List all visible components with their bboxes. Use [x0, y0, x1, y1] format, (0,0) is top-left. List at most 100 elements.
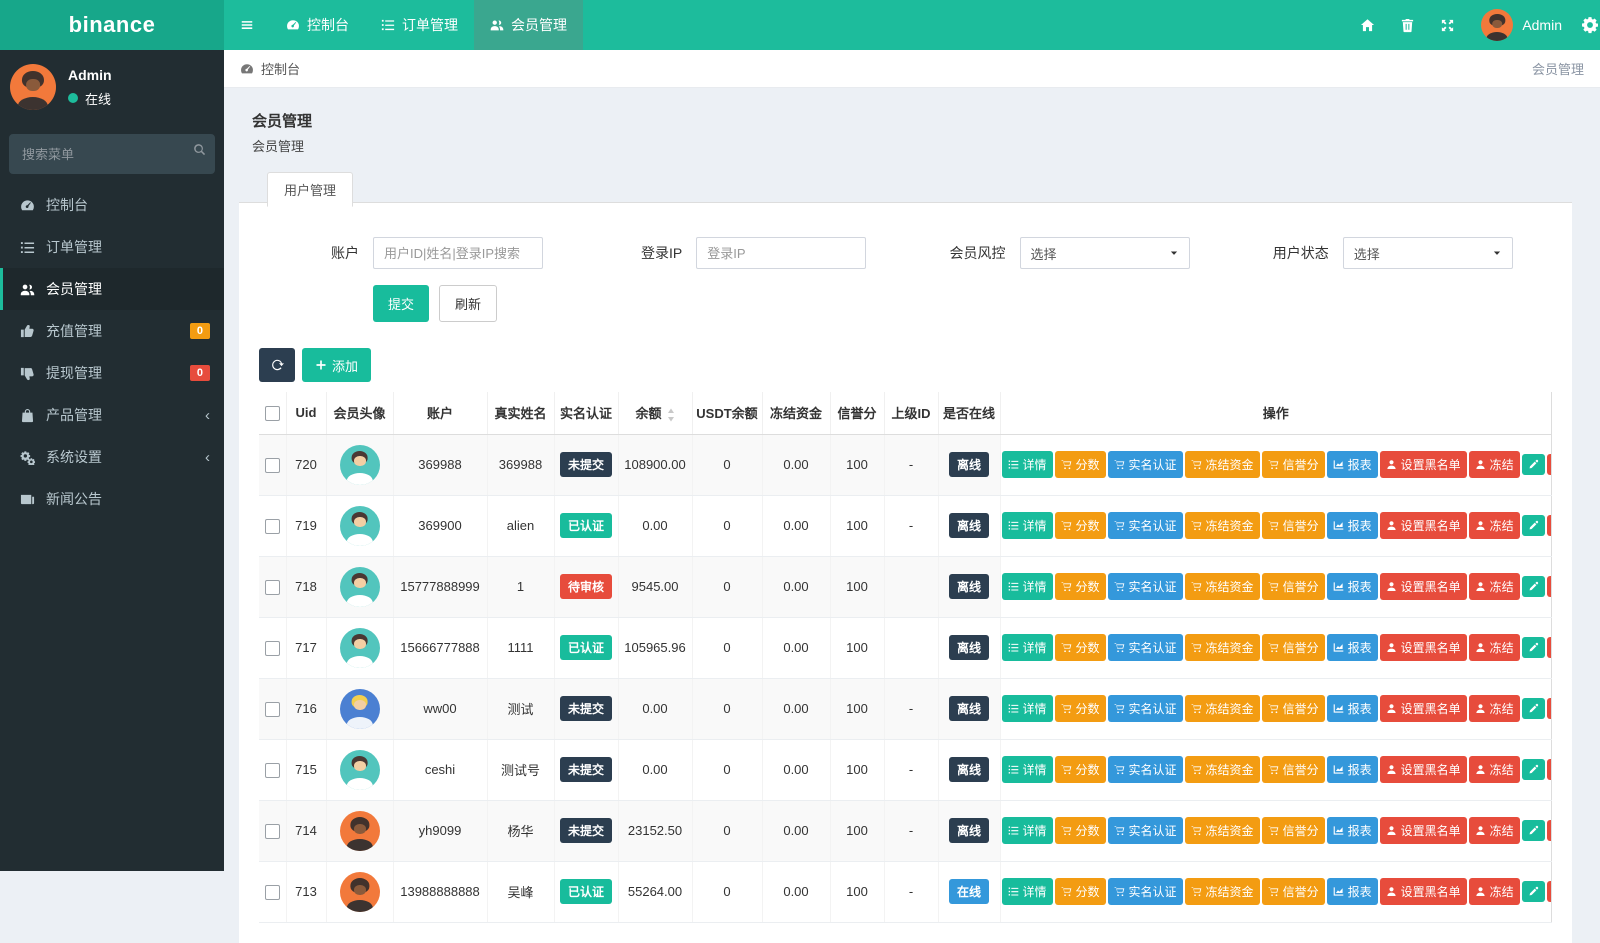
nav-tab-控制台[interactable]: 控制台: [270, 0, 365, 50]
set-blacklist-button[interactable]: 设置黑名单: [1380, 573, 1467, 600]
score-button[interactable]: 分数: [1055, 756, 1106, 783]
freeze-button[interactable]: 冻结: [1469, 756, 1520, 783]
set-blacklist-button[interactable]: 设置黑名单: [1380, 817, 1467, 844]
sidebar-item-新闻公告[interactable]: 新闻公告: [0, 478, 224, 520]
freeze-funds-button[interactable]: 冻结资金: [1185, 634, 1260, 661]
freeze-funds-button[interactable]: 冻结资金: [1185, 451, 1260, 478]
credit-score-button[interactable]: 信誉分: [1262, 756, 1325, 783]
delete-button[interactable]: [1547, 698, 1552, 719]
sidebar-toggle-button[interactable]: [224, 0, 270, 50]
set-blacklist-button[interactable]: 设置黑名单: [1380, 756, 1467, 783]
detail-button[interactable]: 详情: [1002, 573, 1053, 600]
delete-button[interactable]: [1547, 454, 1552, 475]
realname-auth-button[interactable]: 实名认证: [1108, 756, 1183, 783]
delete-button[interactable]: [1547, 881, 1552, 902]
delete-button[interactable]: [1547, 759, 1552, 780]
freeze-funds-button[interactable]: 冻结资金: [1185, 878, 1260, 905]
report-button[interactable]: 报表: [1327, 695, 1378, 722]
row-checkbox[interactable]: [265, 641, 280, 656]
realname-auth-button[interactable]: 实名认证: [1108, 451, 1183, 478]
sort-icon[interactable]: [667, 408, 675, 422]
row-checkbox[interactable]: [265, 763, 280, 778]
delete-button[interactable]: [1547, 637, 1552, 658]
realname-auth-button[interactable]: 实名认证: [1108, 634, 1183, 661]
sidebar-item-会员管理[interactable]: 会员管理: [0, 268, 224, 310]
score-button[interactable]: 分数: [1055, 634, 1106, 661]
score-button[interactable]: 分数: [1055, 695, 1106, 722]
sidebar-item-控制台[interactable]: 控制台: [0, 184, 224, 226]
report-button[interactable]: 报表: [1327, 573, 1378, 600]
freeze-button[interactable]: 冻结: [1469, 512, 1520, 539]
detail-button[interactable]: 详情: [1002, 512, 1053, 539]
detail-button[interactable]: 详情: [1002, 695, 1053, 722]
user-status-select[interactable]: 选择: [1343, 237, 1513, 269]
submit-button[interactable]: 提交: [373, 285, 429, 322]
report-button[interactable]: 报表: [1327, 512, 1378, 539]
home-button[interactable]: [1347, 0, 1387, 50]
credit-score-button[interactable]: 信誉分: [1262, 634, 1325, 661]
row-checkbox[interactable]: [265, 702, 280, 717]
freeze-button[interactable]: 冻结: [1469, 451, 1520, 478]
credit-score-button[interactable]: 信誉分: [1262, 817, 1325, 844]
realname-auth-button[interactable]: 实名认证: [1108, 878, 1183, 905]
freeze-funds-button[interactable]: 冻结资金: [1185, 817, 1260, 844]
freeze-funds-button[interactable]: 冻结资金: [1185, 695, 1260, 722]
score-button[interactable]: 分数: [1055, 878, 1106, 905]
set-blacklist-button[interactable]: 设置黑名单: [1380, 878, 1467, 905]
delete-button[interactable]: [1547, 820, 1552, 841]
credit-score-button[interactable]: 信誉分: [1262, 695, 1325, 722]
detail-button[interactable]: 详情: [1002, 817, 1053, 844]
select-all-header[interactable]: [259, 392, 286, 434]
freeze-button[interactable]: 冻结: [1469, 878, 1520, 905]
freeze-button[interactable]: 冻结: [1469, 695, 1520, 722]
nav-tab-会员管理[interactable]: 会员管理: [474, 0, 583, 50]
freeze-button[interactable]: 冻结: [1469, 634, 1520, 661]
detail-button[interactable]: 详情: [1002, 756, 1053, 783]
freeze-funds-button[interactable]: 冻结资金: [1185, 573, 1260, 600]
edit-button[interactable]: [1522, 515, 1545, 536]
report-button[interactable]: 报表: [1327, 817, 1378, 844]
delete-button[interactable]: [1547, 515, 1552, 536]
row-checkbox[interactable]: [265, 824, 280, 839]
realname-auth-button[interactable]: 实名认证: [1108, 817, 1183, 844]
sidebar-item-充值管理[interactable]: 充值管理0: [0, 310, 224, 352]
report-button[interactable]: 报表: [1327, 634, 1378, 661]
credit-score-button[interactable]: 信誉分: [1262, 878, 1325, 905]
credit-score-button[interactable]: 信誉分: [1262, 451, 1325, 478]
sidebar-item-产品管理[interactable]: 产品管理‹: [0, 394, 224, 436]
report-button[interactable]: 报表: [1327, 756, 1378, 783]
score-button[interactable]: 分数: [1055, 573, 1106, 600]
risk-select[interactable]: 选择: [1020, 237, 1190, 269]
freeze-button[interactable]: 冻结: [1469, 573, 1520, 600]
edit-button[interactable]: [1522, 759, 1545, 780]
refresh-button[interactable]: 刷新: [439, 285, 497, 322]
sidebar-item-系统设置[interactable]: 系统设置‹: [0, 436, 224, 478]
fullscreen-button[interactable]: [1427, 0, 1467, 50]
menu-search-input[interactable]: [9, 134, 215, 174]
edit-button[interactable]: [1522, 698, 1545, 719]
report-button[interactable]: 报表: [1327, 878, 1378, 905]
detail-button[interactable]: 详情: [1002, 451, 1053, 478]
user-menu[interactable]: Admin: [1473, 9, 1570, 41]
set-blacklist-button[interactable]: 设置黑名单: [1380, 512, 1467, 539]
edit-button[interactable]: [1522, 881, 1545, 902]
freeze-funds-button[interactable]: 冻结资金: [1185, 756, 1260, 783]
set-blacklist-button[interactable]: 设置黑名单: [1380, 451, 1467, 478]
credit-score-button[interactable]: 信誉分: [1262, 573, 1325, 600]
trash-button[interactable]: [1387, 0, 1427, 50]
sidebar-item-提现管理[interactable]: 提现管理0: [0, 352, 224, 394]
realname-auth-button[interactable]: 实名认证: [1108, 573, 1183, 600]
detail-button[interactable]: 详情: [1002, 634, 1053, 661]
add-member-button[interactable]: 添加: [302, 348, 371, 382]
grid-refresh-button[interactable]: [259, 348, 295, 382]
sidebar-item-订单管理[interactable]: 订单管理: [0, 226, 224, 268]
score-button[interactable]: 分数: [1055, 817, 1106, 844]
tab-user-management[interactable]: 用户管理: [267, 172, 353, 207]
realname-auth-button[interactable]: 实名认证: [1108, 695, 1183, 722]
login-ip-input[interactable]: [696, 237, 866, 269]
brand-logo[interactable]: binance: [0, 0, 224, 50]
edit-button[interactable]: [1522, 454, 1545, 475]
realname-auth-button[interactable]: 实名认证: [1108, 512, 1183, 539]
freeze-funds-button[interactable]: 冻结资金: [1185, 512, 1260, 539]
row-checkbox[interactable]: [265, 885, 280, 900]
